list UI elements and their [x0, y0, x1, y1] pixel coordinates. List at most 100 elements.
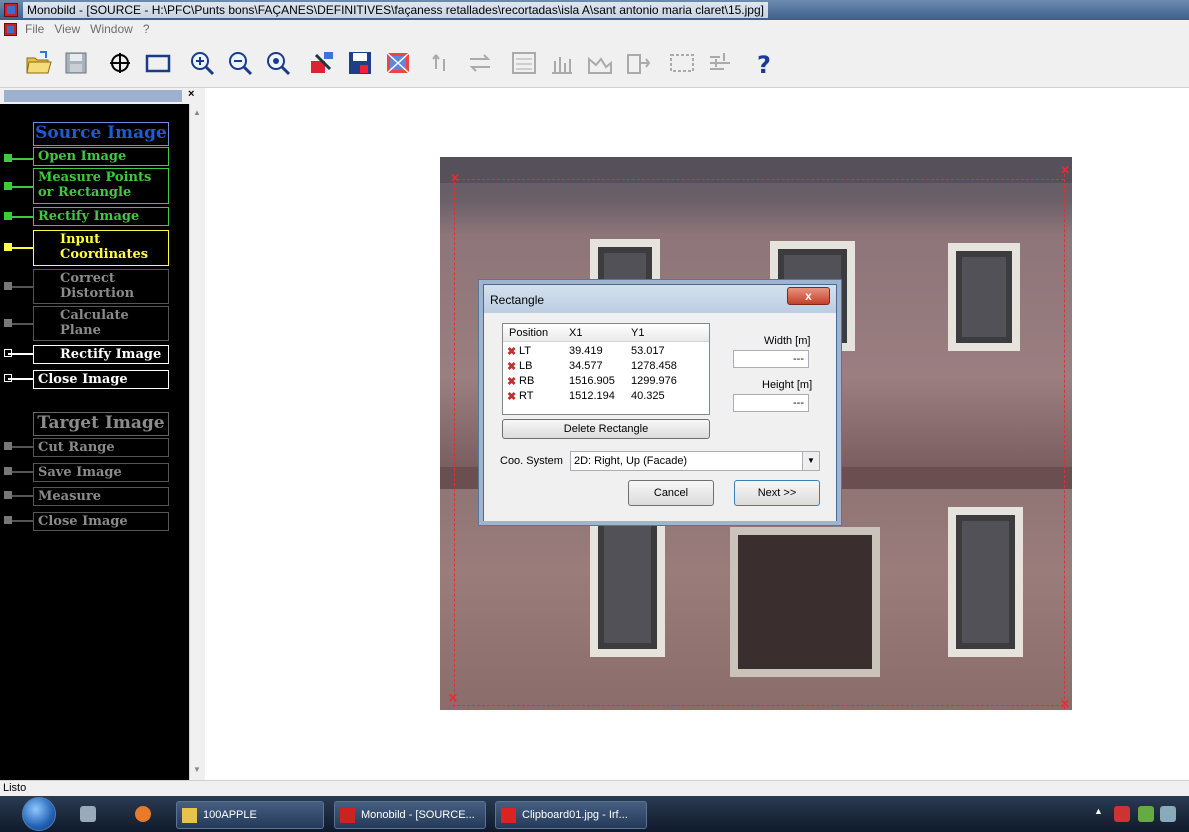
- menu-view[interactable]: View: [54, 22, 80, 36]
- status-dot-icon: [4, 349, 12, 357]
- report-icon[interactable]: [508, 47, 540, 79]
- menu-window[interactable]: Window: [90, 22, 133, 36]
- status-dot-icon: [4, 243, 12, 251]
- delete-rectangle-button[interactable]: Delete Rectangle: [502, 419, 710, 439]
- width-input[interactable]: ---: [733, 350, 809, 368]
- dialog-close-button[interactable]: x: [787, 287, 830, 305]
- task-label: Clipboard01.jpg - Irf...: [522, 809, 628, 821]
- explorer-quicklaunch-icon[interactable]: [80, 806, 96, 822]
- step-close-target-image[interactable]: Close Image: [33, 512, 169, 531]
- step-measure[interactable]: Measure: [33, 487, 169, 506]
- save-disk-icon[interactable]: [60, 47, 92, 79]
- svg-text:?: ?: [757, 51, 771, 77]
- step-save-image[interactable]: Save Image: [33, 463, 169, 482]
- row-position: LB: [519, 360, 533, 372]
- dialog-body: Position X1 Y1 ✖ LT 39.419 53.017 ✖ LB 3…: [484, 313, 836, 521]
- zoom-100-icon[interactable]: [262, 47, 294, 79]
- col-position[interactable]: Position: [509, 327, 548, 339]
- zoom-in-icon[interactable]: [186, 47, 218, 79]
- status-dot-icon: [4, 442, 12, 450]
- corner-marker-icon: ✕: [450, 171, 461, 185]
- next-button[interactable]: Next >>: [734, 480, 820, 506]
- point-marker-icon: ✖: [507, 361, 517, 373]
- status-dot-icon: [4, 491, 12, 499]
- crosshair-icon[interactable]: [104, 47, 136, 79]
- network-icon[interactable]: [1114, 806, 1130, 822]
- measure-icon[interactable]: [584, 47, 616, 79]
- save-image-icon[interactable]: [344, 47, 376, 79]
- panel-header: ×: [0, 88, 205, 104]
- rectify-icon[interactable]: [382, 47, 414, 79]
- status-dot-icon: [4, 282, 12, 290]
- step-rectify-image[interactable]: Rectify Image: [33, 207, 169, 226]
- taskbar-item-monobild[interactable]: Monobild - [SOURCE...: [334, 801, 486, 829]
- step-calculate-plane[interactable]: Calculate Plane: [33, 306, 169, 341]
- scroll-up-icon[interactable]: ▲: [193, 108, 201, 117]
- rectangle-top-edge: [452, 179, 1064, 180]
- help-icon[interactable]: ?: [748, 47, 780, 79]
- panel-caption: [4, 90, 182, 102]
- panel-close-icon[interactable]: ×: [188, 88, 194, 100]
- table-row[interactable]: ✖ RT 1512.194 40.325: [503, 389, 709, 404]
- step-open-image[interactable]: Open Image: [33, 147, 169, 166]
- status-dot-icon: [4, 154, 12, 162]
- menu-help[interactable]: ?: [143, 22, 150, 36]
- coo-system-label: Coo. System: [500, 455, 563, 467]
- monobild-task-icon: [340, 808, 355, 823]
- table-row[interactable]: ✖ RB 1516.905 1299.976: [503, 374, 709, 389]
- zoom-out-icon[interactable]: [224, 47, 256, 79]
- firefox-quicklaunch-icon[interactable]: [135, 806, 151, 822]
- redo-icon[interactable]: [464, 47, 496, 79]
- taskbar: 100APPLE Monobild - [SOURCE... Clipboard…: [0, 796, 1189, 832]
- rectangle-icon[interactable]: [142, 47, 174, 79]
- height-input[interactable]: ---: [733, 394, 809, 412]
- title-bar: Monobild - [SOURCE - H:\PFC\Punts bons\F…: [0, 0, 1189, 20]
- menu-file[interactable]: File: [25, 22, 44, 36]
- corner-marker-icon: ✕: [1060, 163, 1071, 177]
- undo-icon[interactable]: [426, 47, 458, 79]
- taskbar-item-clipboard[interactable]: Clipboard01.jpg - Irf...: [495, 801, 647, 829]
- step-rectify-image-2[interactable]: Rectify Image: [33, 345, 169, 364]
- tools-icon[interactable]: [306, 47, 338, 79]
- row-y: 40.325: [631, 390, 665, 402]
- dialog-titlebar[interactable]: Rectangle x: [484, 285, 836, 313]
- tray-expand-icon[interactable]: ▲: [1094, 806, 1104, 822]
- mail-icon[interactable]: [1160, 806, 1176, 822]
- chart-icon[interactable]: [546, 47, 578, 79]
- taskbar-item-100apple[interactable]: 100APPLE: [176, 801, 324, 829]
- cancel-button[interactable]: Cancel: [628, 480, 714, 506]
- dropdown-arrow-icon[interactable]: ▼: [802, 452, 819, 470]
- toolbar: ?: [0, 38, 1189, 88]
- start-button[interactable]: [22, 797, 56, 831]
- scroll-down-icon[interactable]: ▼: [193, 765, 201, 774]
- step-correct-distortion[interactable]: Correct Distortion: [33, 269, 169, 304]
- coo-system-select[interactable]: 2D: Right, Up (Facade) ▼: [570, 451, 820, 471]
- row-y: 53.017: [631, 345, 665, 357]
- document-system-icon[interactable]: [4, 22, 17, 36]
- step-measure-points[interactable]: Measure Points or Rectangle: [33, 168, 169, 204]
- step-close-image[interactable]: Close Image: [33, 370, 169, 389]
- status-dot-icon: [4, 182, 12, 190]
- table-row[interactable]: ✖ LB 34.577 1278.458: [503, 359, 709, 374]
- step-input-coordinates[interactable]: Input Coordinates: [33, 230, 169, 266]
- panel-scrollbar[interactable]: ▲ ▼: [189, 104, 205, 780]
- row-position: LT: [519, 345, 532, 357]
- row-x: 1512.194: [569, 390, 615, 402]
- rectangle-left-edge: [454, 177, 455, 707]
- table-header: Position X1 Y1: [503, 324, 709, 342]
- power-icon[interactable]: [1138, 806, 1154, 822]
- window-image: [590, 507, 665, 657]
- select-rect-icon[interactable]: [666, 47, 698, 79]
- step-cut-range[interactable]: Cut Range: [33, 438, 169, 457]
- open-folder-icon[interactable]: [22, 47, 54, 79]
- table-row[interactable]: ✖ LT 39.419 53.017: [503, 344, 709, 359]
- row-position: RB: [519, 375, 535, 387]
- door-image: [730, 527, 880, 677]
- workflow-panel: Source Image Open Image Measure Points o…: [0, 104, 189, 780]
- settings-icon[interactable]: [704, 47, 736, 79]
- export-icon[interactable]: [622, 47, 654, 79]
- window-image: [948, 507, 1023, 657]
- col-y1[interactable]: Y1: [631, 327, 644, 339]
- col-x1[interactable]: X1: [569, 327, 582, 339]
- monobild-app-icon[interactable]: [4, 3, 18, 17]
